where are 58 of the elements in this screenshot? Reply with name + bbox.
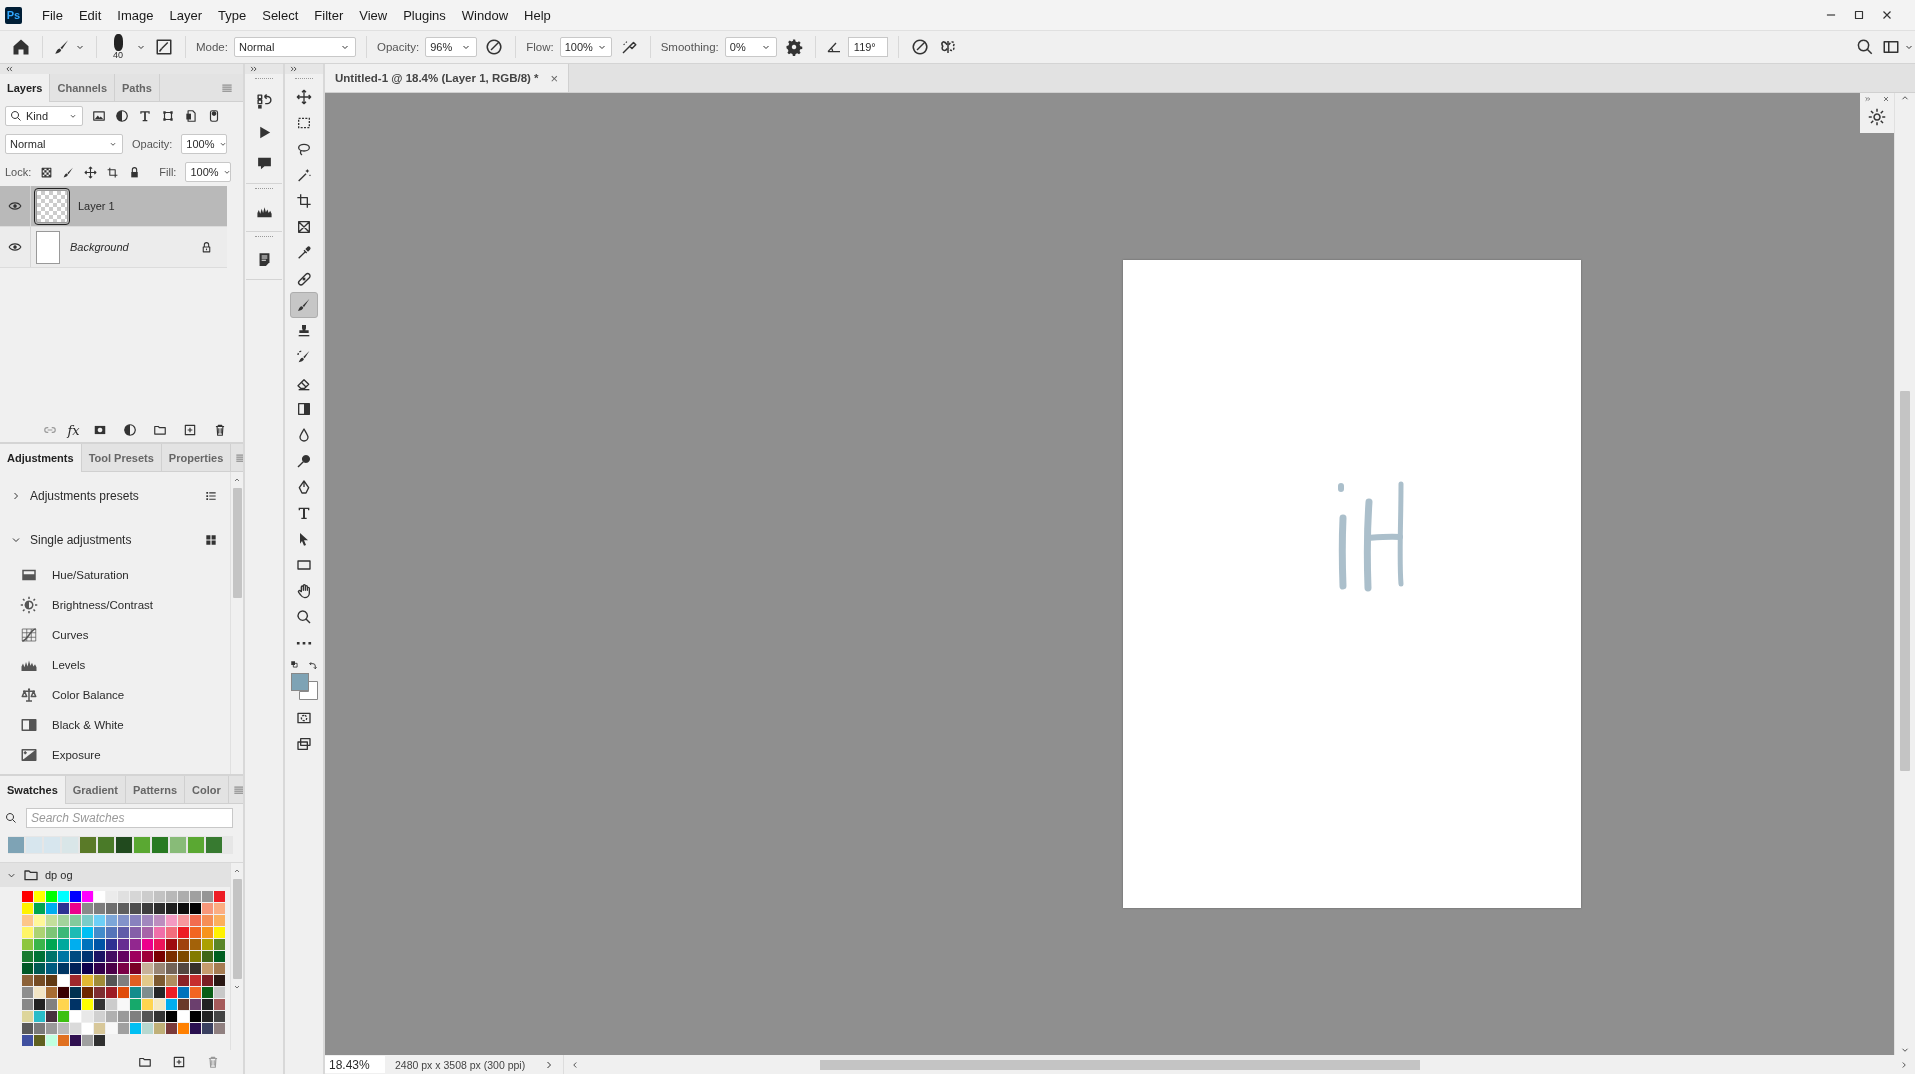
adjustment-item[interactable]: Color Balance (10, 680, 218, 710)
menu-item[interactable]: Window (453, 3, 517, 27)
blend-mode-dropdown[interactable]: Normal (5, 134, 123, 154)
menu-item[interactable]: Type (210, 3, 255, 27)
angle-field[interactable]: 119° (847, 37, 888, 57)
app-logo[interactable]: Ps (5, 6, 22, 24)
menu-item[interactable]: File (34, 3, 71, 27)
panel-tab[interactable]: Properties (161, 444, 232, 471)
panel-tab[interactable]: Paths (115, 74, 160, 101)
layer-row[interactable]: Layer 1 (0, 186, 227, 227)
layer-opacity-field[interactable]: 100% (181, 134, 228, 154)
panel-tab[interactable]: Adjustments (0, 444, 82, 472)
opacity-label: Opacity: (132, 138, 173, 150)
brush-preset-picker[interactable]: 40 (107, 34, 129, 60)
opacity-label: Opacity: (376, 41, 420, 53)
layer-row[interactable]: Background (0, 227, 227, 268)
layer-name: Layer 1 (78, 200, 116, 212)
document-tab[interactable]: Untitled-1 @ 18.4% (Layer 1, RGB/8) * × (325, 64, 570, 92)
menu-item[interactable]: Layer (161, 3, 211, 27)
panel-tab[interactable]: Layers (0, 74, 51, 102)
smoothing-field[interactable]: 0% (724, 37, 777, 57)
panel-tab[interactable]: Channels (50, 74, 115, 101)
adjustment-item[interactable]: Black & White (10, 710, 218, 740)
mode-label: Mode: (196, 41, 228, 53)
flow-field[interactable]: 100% (559, 37, 612, 57)
search-field[interactable]: Search Swatches (26, 808, 233, 828)
panel-tab[interactable]: Gradient (65, 776, 126, 803)
panel-tab[interactable]: Tool Presets (81, 444, 162, 471)
smoothing-label: Smoothing: (660, 41, 719, 53)
adjustment-item[interactable]: Levels (10, 650, 218, 680)
menu-item[interactable]: Help (516, 3, 559, 27)
menu-item[interactable]: Plugins (395, 3, 454, 27)
adjustment-item[interactable]: Hue/Saturation (10, 560, 218, 590)
swatch-group-header[interactable]: dp og (6, 867, 73, 883)
section-header[interactable]: Adjustments presets (10, 489, 139, 503)
menu-item[interactable]: Image (109, 3, 162, 27)
adjustment-item[interactable]: Curves (10, 620, 218, 650)
flow-label: Flow: (526, 41, 554, 53)
opacity-field[interactable]: 96% (425, 37, 478, 57)
section-header[interactable]: Single adjustments (10, 533, 132, 547)
zoom-field[interactable]: 18.43% (325, 1056, 385, 1073)
panel-tab[interactable]: Color (185, 776, 229, 803)
menu-item[interactable]: Filter (306, 3, 352, 27)
menu-item[interactable]: View (351, 3, 396, 27)
mode-dropdown[interactable]: Normal (233, 37, 356, 57)
panel-tab[interactable]: Patterns (126, 776, 185, 803)
fill-label: Fill: (159, 166, 177, 178)
filter-kind-dropdown[interactable]: Kind (5, 106, 83, 126)
menu-item[interactable]: Edit (70, 3, 110, 27)
fill-field[interactable]: 100% (185, 162, 232, 182)
lock-label: Lock: (5, 166, 32, 178)
adjustment-item[interactable]: Brightness/Contrast (10, 590, 218, 620)
menu-item[interactable]: Select (254, 3, 307, 27)
panel-tab[interactable]: Swatches (0, 776, 66, 804)
layer-name: Background (70, 241, 130, 253)
adjustment-item[interactable]: Exposure (10, 740, 218, 770)
fx-button[interactable]: fx (67, 422, 80, 438)
document-info: 2480 px x 3508 px (300 ppi) (394, 1058, 527, 1071)
